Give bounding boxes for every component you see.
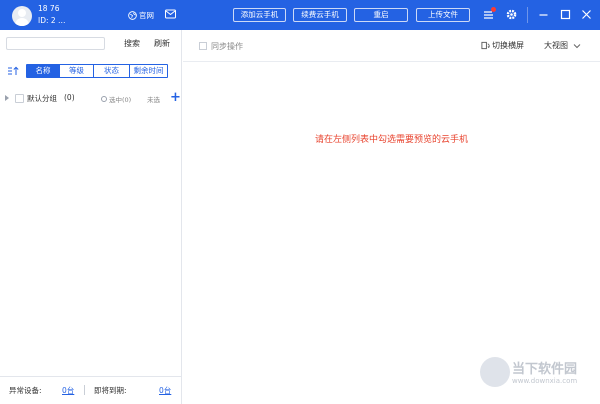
group-row[interactable]: 默认分组 (0) 选中(0) 未选 +: [0, 91, 182, 106]
abnormal-devices-label: 异常设备:: [9, 386, 42, 395]
device-sidebar: 搜索 刷新 名称 等级 状态 剩余时间 默认分组 (0) 选中(0) 未选 + …: [0, 30, 182, 404]
group-name: 默认分组: [27, 94, 57, 103]
maximize-button[interactable]: [559, 8, 572, 21]
sync-operation-label: 同步操作: [211, 42, 243, 51]
sort-tabs: 名称 等级 状态 剩余时间: [26, 64, 168, 78]
empty-preview-message: 请在左侧列表中勾选需要预览的云手机: [314, 135, 468, 145]
header-divider: [527, 7, 528, 23]
user-avatar[interactable]: [12, 6, 32, 26]
rotate-screen-icon: [481, 41, 490, 50]
expiring-soon-label: 即将到期:: [94, 386, 127, 395]
watermark-title: 当下软件园: [512, 362, 578, 377]
sync-operation-checkbox[interactable]: [199, 42, 207, 50]
unselected-filter[interactable]: 未选: [147, 94, 160, 104]
minimize-icon: [539, 14, 548, 16]
globe-icon: [128, 11, 137, 20]
add-group-button[interactable]: +: [170, 91, 181, 105]
abnormal-devices-count[interactable]: 0台: [62, 385, 74, 396]
view-size-label: 大视图: [544, 41, 568, 50]
minimize-button[interactable]: [537, 8, 550, 21]
restart-button[interactable]: 重启: [354, 8, 408, 22]
expiring-soon-count[interactable]: 0台: [159, 385, 171, 396]
selected-count-label: 选中(0): [109, 96, 132, 104]
preview-area: 同步操作 切换横屏 大视图 请在左侧列表中勾选需要预览的云手机: [183, 30, 600, 404]
upload-file-button[interactable]: 上传文件: [416, 8, 470, 22]
refresh-button[interactable]: 刷新: [154, 38, 170, 49]
title-bar: 18 76 ID: 2 … 官网 添加云手机 续费云手机 重启 上传文件: [0, 0, 600, 30]
group-checkbox[interactable]: [15, 94, 24, 103]
watermark: 当下软件园 www.downxia.com: [478, 355, 596, 395]
settings-button[interactable]: [505, 8, 518, 21]
gear-icon: [506, 9, 517, 20]
notification-badge: [491, 7, 496, 12]
official-site-label: 官网: [139, 11, 154, 20]
view-size-dropdown[interactable]: 大视图: [544, 40, 581, 51]
maximize-icon: [560, 9, 571, 20]
footer-divider: [84, 385, 85, 395]
watermark-logo-icon: [480, 357, 510, 387]
search-button[interactable]: 搜索: [124, 38, 140, 49]
sort-tab-remaining-time[interactable]: 剩余时间: [130, 65, 167, 77]
renew-phone-button[interactable]: 续费云手机: [293, 8, 347, 22]
menu-button[interactable]: [482, 7, 496, 21]
chevron-down-icon: [573, 43, 581, 48]
add-phone-button[interactable]: 添加云手机: [233, 8, 286, 22]
preview-toolbar: 同步操作 切换横屏 大视图: [183, 30, 600, 62]
select-circle-icon: [101, 96, 107, 102]
sort-tab-status[interactable]: 状态: [94, 65, 130, 77]
expand-caret-icon[interactable]: [5, 95, 9, 101]
official-site-link[interactable]: 官网: [128, 10, 154, 21]
sort-icon[interactable]: [7, 66, 19, 76]
search-input[interactable]: [6, 37, 105, 50]
mail-icon[interactable]: [165, 9, 176, 19]
sort-tab-name[interactable]: 名称: [27, 65, 60, 77]
user-id: ID: 2 …: [38, 16, 66, 25]
group-count: (0): [64, 93, 75, 102]
selected-count[interactable]: 选中(0): [101, 94, 131, 104]
sort-tab-level[interactable]: 等级: [60, 65, 94, 77]
switch-landscape-label: 切换横屏: [492, 41, 524, 50]
switch-landscape-button[interactable]: 切换横屏: [481, 40, 524, 51]
close-icon: [582, 10, 591, 19]
sidebar-footer: 异常设备: 0台 即将到期: 0台: [0, 376, 182, 404]
close-button[interactable]: [580, 8, 593, 21]
user-phone: 18 76: [38, 4, 60, 13]
watermark-url: www.downxia.com: [512, 377, 578, 385]
